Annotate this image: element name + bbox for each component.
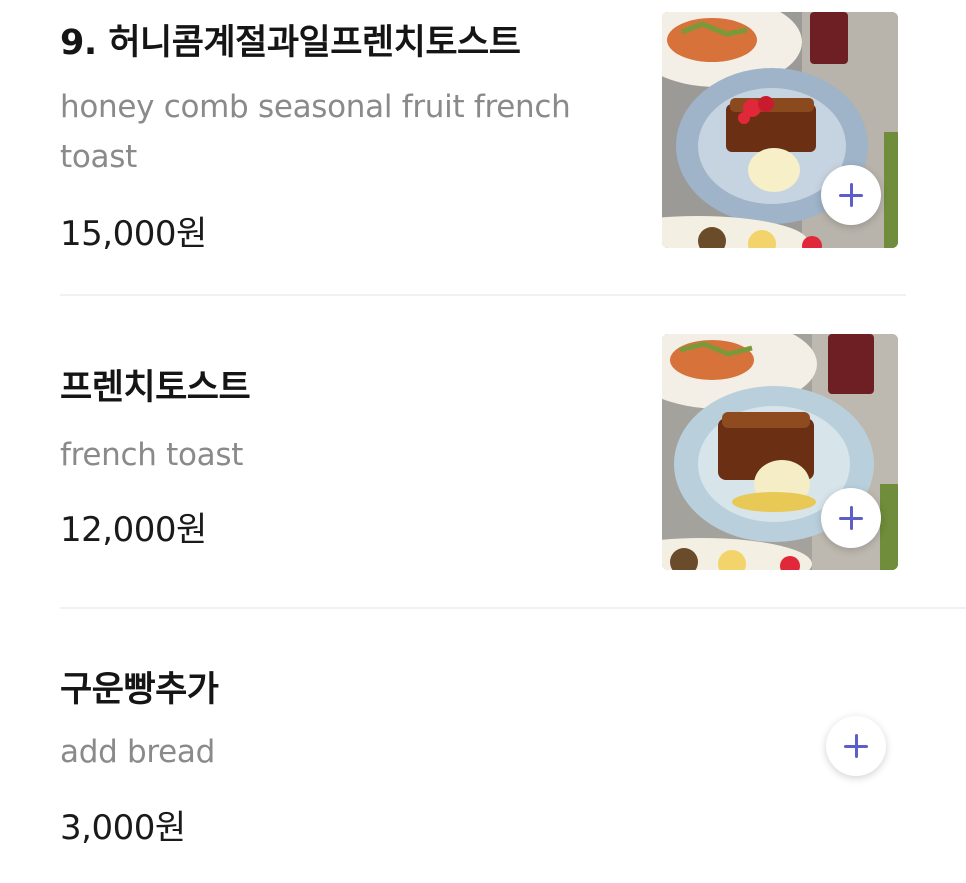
menu-item-honey-comb-french-toast[interactable]: 9. 허니콤계절과일프렌치토스트 honey comb seasonal fru…	[0, 0, 966, 296]
plus-icon	[839, 183, 863, 207]
menu-item-name: 9. 허니콤계절과일프렌치토스트	[60, 23, 521, 63]
menu-item-add-bread[interactable]: 구운빵추가 add bread 3,000원	[0, 608, 966, 883]
menu-item-price: 15,000원	[60, 214, 207, 254]
menu-item-description: honey comb seasonal fruit french toast	[60, 89, 571, 175]
menu-item-description: add bread	[60, 734, 215, 770]
menu-item-french-toast[interactable]: 프렌치토스트 french toast 12,000원	[0, 296, 966, 609]
plus-icon	[839, 506, 863, 530]
add-to-cart-button[interactable]	[826, 716, 886, 776]
plus-icon	[844, 734, 868, 758]
menu-item-description: french toast	[60, 437, 244, 473]
add-to-cart-button[interactable]	[821, 165, 881, 225]
menu-item-price: 3,000원	[60, 808, 186, 848]
menu-item-name: 프렌치토스트	[60, 368, 251, 408]
add-to-cart-button[interactable]	[821, 488, 881, 548]
menu-item-price: 12,000원	[60, 510, 207, 550]
menu-item-name: 구운빵추가	[60, 670, 219, 710]
